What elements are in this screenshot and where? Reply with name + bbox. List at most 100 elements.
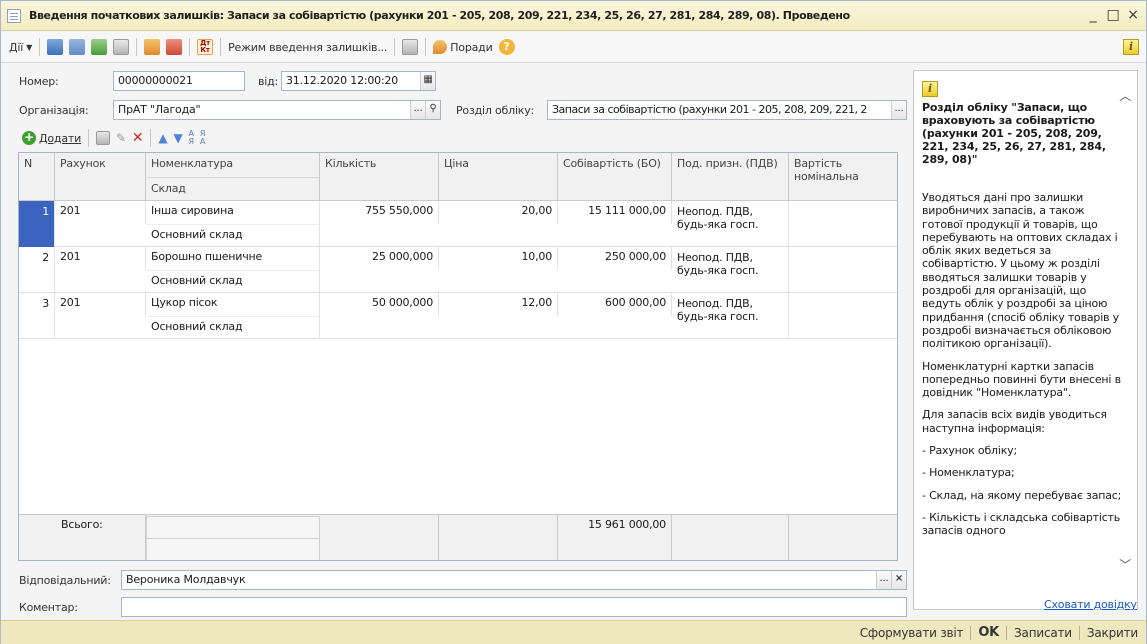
copy-row-button[interactable] bbox=[93, 126, 113, 150]
footer-quantity-cell bbox=[320, 515, 439, 560]
row-nominal[interactable] bbox=[789, 293, 897, 339]
row-nominal[interactable] bbox=[789, 247, 897, 293]
select-ellipsis-icon[interactable]: ... bbox=[891, 101, 906, 119]
column-header-price[interactable]: Ціна bbox=[439, 153, 558, 201]
copy-button[interactable] bbox=[110, 35, 132, 59]
actions-menu[interactable]: Дії ▼ bbox=[6, 35, 35, 59]
move-up-button[interactable]: ▲ bbox=[155, 126, 170, 150]
row-cost[interactable]: 600 000,00 bbox=[558, 293, 672, 316]
responsible-field[interactable]: Вероника Молдавчук ... × bbox=[121, 570, 907, 590]
organization-value: ПрАТ "Лагода" bbox=[118, 103, 201, 116]
comment-field[interactable] bbox=[121, 597, 907, 617]
section-field[interactable]: Запаси за собівартістю (рахунки 201 - 20… bbox=[547, 100, 907, 120]
row-cost[interactable]: 250 000,00 bbox=[558, 247, 672, 270]
table-row[interactable]: 1 201 Інша сировина Основний склад 755 5… bbox=[19, 201, 897, 247]
row-tax[interactable]: Неопод. ПДВ, будь-яка госп. bbox=[672, 247, 789, 293]
report-button[interactable]: Сформувати звіт bbox=[860, 626, 964, 640]
row-item[interactable]: Цукор пісок bbox=[146, 293, 320, 316]
tips-button[interactable]: Поради bbox=[430, 35, 495, 59]
calendar-icon[interactable]: ▦ bbox=[420, 72, 435, 90]
ok-button[interactable]: OK bbox=[978, 625, 999, 640]
toolbar-separator bbox=[189, 38, 191, 56]
row-price[interactable]: 10,00 bbox=[439, 247, 558, 270]
organization-field[interactable]: ПрАТ "Лагода" ... ⚲ bbox=[113, 100, 441, 120]
row-warehouse[interactable]: Основний склад bbox=[146, 270, 320, 293]
table-row[interactable]: 3 201 Цукор пісок Основний склад 50 000,… bbox=[19, 293, 897, 339]
row-quantity[interactable]: 50 000,000 bbox=[320, 293, 439, 316]
column-header-nominal[interactable]: Вартість номінальна bbox=[789, 153, 897, 201]
row-tax[interactable]: Неопод. ПДВ, будь-яка госп. bbox=[672, 293, 789, 339]
column-header-item[interactable]: Номенклатура bbox=[146, 153, 320, 177]
dropdown-arrow-icon: ▼ bbox=[26, 42, 33, 52]
help-button[interactable]: ? bbox=[496, 35, 518, 59]
row-quantity[interactable]: 25 000,000 bbox=[320, 247, 439, 270]
column-header-n[interactable]: N bbox=[19, 153, 55, 201]
post-and-close-button[interactable] bbox=[44, 35, 66, 59]
separator bbox=[1078, 625, 1080, 640]
table-empty-area[interactable] bbox=[19, 339, 897, 514]
minimize-button[interactable]: _ bbox=[1086, 7, 1100, 23]
action-buttons: Сформувати звіт OK Записати Закрити bbox=[860, 625, 1138, 640]
move-down-button[interactable]: ▼ bbox=[170, 126, 185, 150]
row-warehouse[interactable]: Основний склад bbox=[146, 224, 320, 247]
number-field[interactable]: 00000000021 bbox=[113, 71, 245, 91]
search-icon[interactable]: ⚲ bbox=[425, 101, 440, 119]
row-price[interactable]: 20,00 bbox=[439, 201, 558, 224]
sort-asc-icon: AЯ bbox=[188, 129, 194, 146]
show-help-button[interactable]: i bbox=[1120, 35, 1142, 59]
responsible-label: Відповідальний: bbox=[19, 574, 111, 587]
row-warehouse[interactable]: Основний склад bbox=[146, 316, 320, 339]
row-price[interactable]: 12,00 bbox=[439, 293, 558, 316]
row-account[interactable]: 201 bbox=[55, 201, 146, 224]
sort-desc-button[interactable]: ЯA bbox=[197, 126, 208, 150]
total-cost: 15 961 000,00 bbox=[558, 515, 672, 560]
table-row[interactable]: 2 201 Борошно пшеничне Основний склад 25… bbox=[19, 247, 897, 293]
column-header-warehouse[interactable]: Склад bbox=[146, 177, 320, 201]
number-label: Номер: bbox=[19, 75, 59, 88]
select-ellipsis-icon[interactable]: ... bbox=[876, 571, 891, 589]
column-header-quantity[interactable]: Кількість bbox=[320, 153, 439, 201]
column-header-tax[interactable]: Под. призн. (ПДВ) bbox=[672, 153, 789, 201]
add-row-button[interactable]: + Додати bbox=[19, 126, 84, 150]
title-bar: Введення початкових залишків: Запаси за … bbox=[1, 1, 1146, 31]
refresh-button[interactable] bbox=[88, 35, 110, 59]
toolbar-separator bbox=[150, 129, 152, 147]
save-button[interactable] bbox=[66, 35, 88, 59]
tips-icon bbox=[433, 40, 448, 54]
row-item[interactable]: Інша сировина bbox=[146, 201, 320, 224]
debit-credit-button[interactable]: Дт Кт bbox=[194, 35, 216, 59]
row-account[interactable]: 201 bbox=[55, 293, 146, 316]
delete-icon: ✕ bbox=[131, 130, 144, 146]
arrow-down-icon: ▼ bbox=[173, 131, 183, 145]
row-nominal[interactable] bbox=[789, 201, 897, 247]
date-field[interactable]: 31.12.2020 12:00:20 ▦ bbox=[281, 71, 436, 91]
debit-credit-icon: Дт Кт bbox=[197, 39, 214, 55]
delete-row-button[interactable]: ✕ bbox=[129, 126, 147, 150]
close-button[interactable]: Закрити bbox=[1087, 626, 1138, 640]
settings-list-button[interactable] bbox=[399, 35, 421, 59]
row-tax[interactable]: Неопод. ПДВ, будь-яка госп. bbox=[672, 201, 789, 247]
select-ellipsis-icon[interactable]: ... bbox=[410, 101, 425, 119]
column-header-cost[interactable]: Собівартість (БО) bbox=[558, 153, 672, 201]
help-list-item: - Склад, на якому перебуває запас; bbox=[922, 488, 1122, 502]
row-account[interactable]: 201 bbox=[55, 247, 146, 270]
row-cost[interactable]: 15 111 000,00 bbox=[558, 201, 672, 224]
maximize-button[interactable]: □ bbox=[1106, 7, 1120, 23]
save-record-button[interactable]: Записати bbox=[1014, 626, 1072, 640]
based-on-button[interactable] bbox=[141, 35, 163, 59]
mode-button[interactable]: Режим введення залишків... bbox=[225, 35, 390, 59]
scroll-down-icon[interactable]: ﹀ bbox=[1119, 556, 1131, 573]
help-list-item: - Кількість і складська собівартість зап… bbox=[922, 510, 1121, 538]
row-quantity[interactable]: 755 550,000 bbox=[320, 201, 439, 224]
sort-asc-button[interactable]: AЯ bbox=[185, 126, 196, 150]
clear-icon[interactable]: × bbox=[891, 571, 906, 589]
hide-help-link[interactable]: Сховати довідку bbox=[1044, 598, 1137, 611]
edit-row-button[interactable]: ✎ bbox=[113, 126, 129, 150]
structure-button[interactable] bbox=[163, 35, 185, 59]
row-number: 2 bbox=[19, 247, 55, 293]
column-header-account[interactable]: Рахунок bbox=[55, 153, 146, 201]
close-window-button[interactable]: × bbox=[1126, 7, 1140, 23]
tips-label: Поради bbox=[450, 40, 493, 54]
row-item[interactable]: Борошно пшеничне bbox=[146, 247, 320, 270]
toolbar-separator bbox=[220, 38, 222, 56]
